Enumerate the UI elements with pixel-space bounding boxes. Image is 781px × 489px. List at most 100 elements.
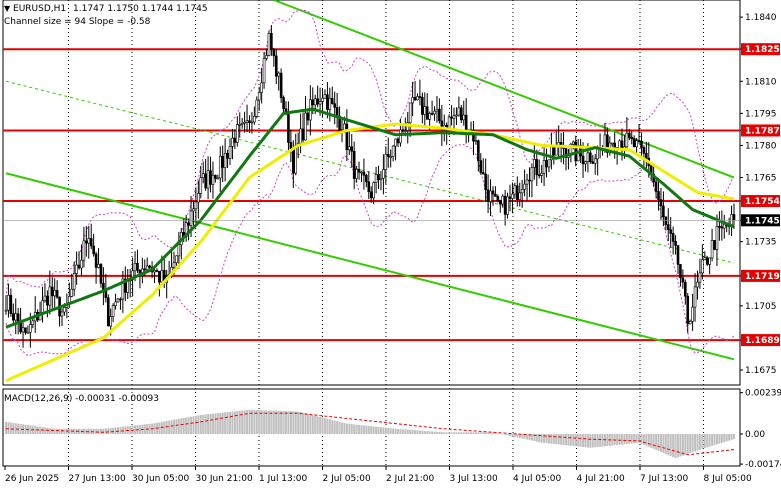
macd-histogram-bar (379, 427, 382, 434)
candle-body (323, 94, 327, 99)
candle-body (474, 140, 478, 142)
candle-body (450, 116, 453, 119)
macd-histogram-bar (633, 433, 636, 444)
candle-body (416, 96, 419, 101)
candle-body (160, 270, 164, 283)
macd-histogram-bar (180, 418, 183, 434)
candle-body (691, 306, 694, 322)
candle-body (511, 193, 514, 199)
macd-histogram-bar (9, 422, 12, 434)
macd-histogram-bar (601, 433, 604, 447)
macd-histogram-bar (297, 411, 300, 434)
candle-body (155, 270, 159, 272)
candle-body (330, 97, 334, 105)
candle-body (313, 98, 317, 106)
candle-body (311, 99, 315, 106)
macd-histogram-bar (309, 414, 312, 434)
macd-histogram-bar (543, 433, 546, 443)
macd-histogram-bar (358, 424, 361, 434)
candle-body (425, 106, 429, 120)
macd-histogram-bar (606, 433, 609, 447)
candle-body (114, 301, 117, 306)
macd-histogram-bar (582, 433, 585, 448)
candle-body (659, 199, 663, 207)
macd-histogram-bar (611, 433, 614, 446)
candle-body (109, 316, 112, 327)
macd-histogram-bar (457, 432, 460, 434)
macd-histogram-bar (7, 422, 10, 434)
macd-histogram-bar (645, 433, 648, 446)
macd-histogram-bar (650, 433, 653, 448)
macd-histogram-bar (102, 428, 105, 434)
macd-histogram-bar (482, 432, 485, 434)
macd-histogram-bar (173, 419, 175, 434)
candle-body (501, 195, 504, 205)
candle-body (382, 169, 385, 179)
candle-body (593, 158, 597, 164)
x-tick-label: 7 Jul 13:00 (640, 474, 689, 484)
x-tick-label: 26 Jun 2025 (5, 474, 59, 484)
candle-body (586, 152, 590, 162)
candle-body (545, 160, 548, 168)
macd-histogram-bar (591, 433, 594, 448)
candle-body (374, 174, 378, 183)
macd-histogram-bar (270, 410, 273, 434)
macd-histogram-bar (285, 411, 287, 434)
candle-body (360, 171, 363, 174)
macd-histogram-bar (465, 432, 468, 434)
candle-body (194, 201, 198, 210)
macd-histogram-bar (701, 433, 704, 449)
macd-histogram-bar (177, 418, 180, 434)
macd-histogram-bar (450, 432, 453, 434)
macd-histogram-bar (168, 420, 171, 434)
candle-body (708, 257, 711, 265)
macd-histogram-bar (56, 428, 59, 434)
macd-histogram-bar (197, 415, 200, 434)
candle-body (348, 146, 351, 151)
macd-histogram-bar (399, 429, 402, 434)
dropdown-triangle-icon[interactable]: ▼ (4, 4, 10, 13)
macd-histogram-bar (696, 433, 699, 451)
candle-body (491, 190, 495, 195)
macd-histogram-bar (287, 411, 290, 434)
macd-histogram-bar (433, 431, 436, 434)
candle-body (4, 309, 8, 312)
candle-body (484, 173, 487, 191)
candle-body (321, 97, 324, 102)
symbol-info: ▼ EURUSD,H1 1.1747 1.1750 1.1744 1.1745 (4, 4, 208, 14)
macd-histogram-bar (280, 410, 283, 434)
macd-histogram-bar (477, 432, 480, 434)
candle-body (718, 226, 721, 228)
macd-histogram-bar (640, 433, 643, 444)
candle-body (462, 114, 466, 121)
macd-histogram-bar (302, 412, 305, 434)
candle-body (554, 146, 558, 156)
candle-body (153, 270, 156, 273)
candle-body (243, 121, 246, 124)
macd-histogram-bar (51, 428, 54, 434)
macd-histogram-bar (689, 433, 692, 454)
candle-body (367, 181, 371, 193)
candle-body (284, 108, 288, 113)
candle-body (53, 290, 56, 297)
macd-histogram-bar (694, 433, 697, 452)
chart-root: 26 Jun 2025 27 Jun 13:00 30 Jun 05:00 30 Ju… (0, 0, 781, 489)
candle-body (513, 185, 517, 195)
macd-histogram-bar (5, 421, 7, 434)
candle-body (214, 174, 217, 179)
macd-histogram-bar (323, 418, 326, 434)
macd-histogram-bar (238, 410, 241, 434)
y-tick-label: 1.1795 (745, 109, 777, 119)
macd-histogram-bar (236, 411, 239, 434)
macd-histogram-bar (423, 430, 426, 434)
macd-histogram-bar (333, 420, 336, 434)
macd-histogram-bar (202, 414, 205, 434)
candle-body (642, 147, 646, 154)
macd-histogram-bar (58, 428, 61, 434)
macd-histogram-bar (341, 422, 343, 434)
macd-histogram-bar (53, 428, 56, 434)
candle-body (177, 244, 181, 257)
candle-body (530, 167, 534, 182)
macd-histogram-bar (664, 433, 667, 455)
candle-body (187, 222, 190, 226)
